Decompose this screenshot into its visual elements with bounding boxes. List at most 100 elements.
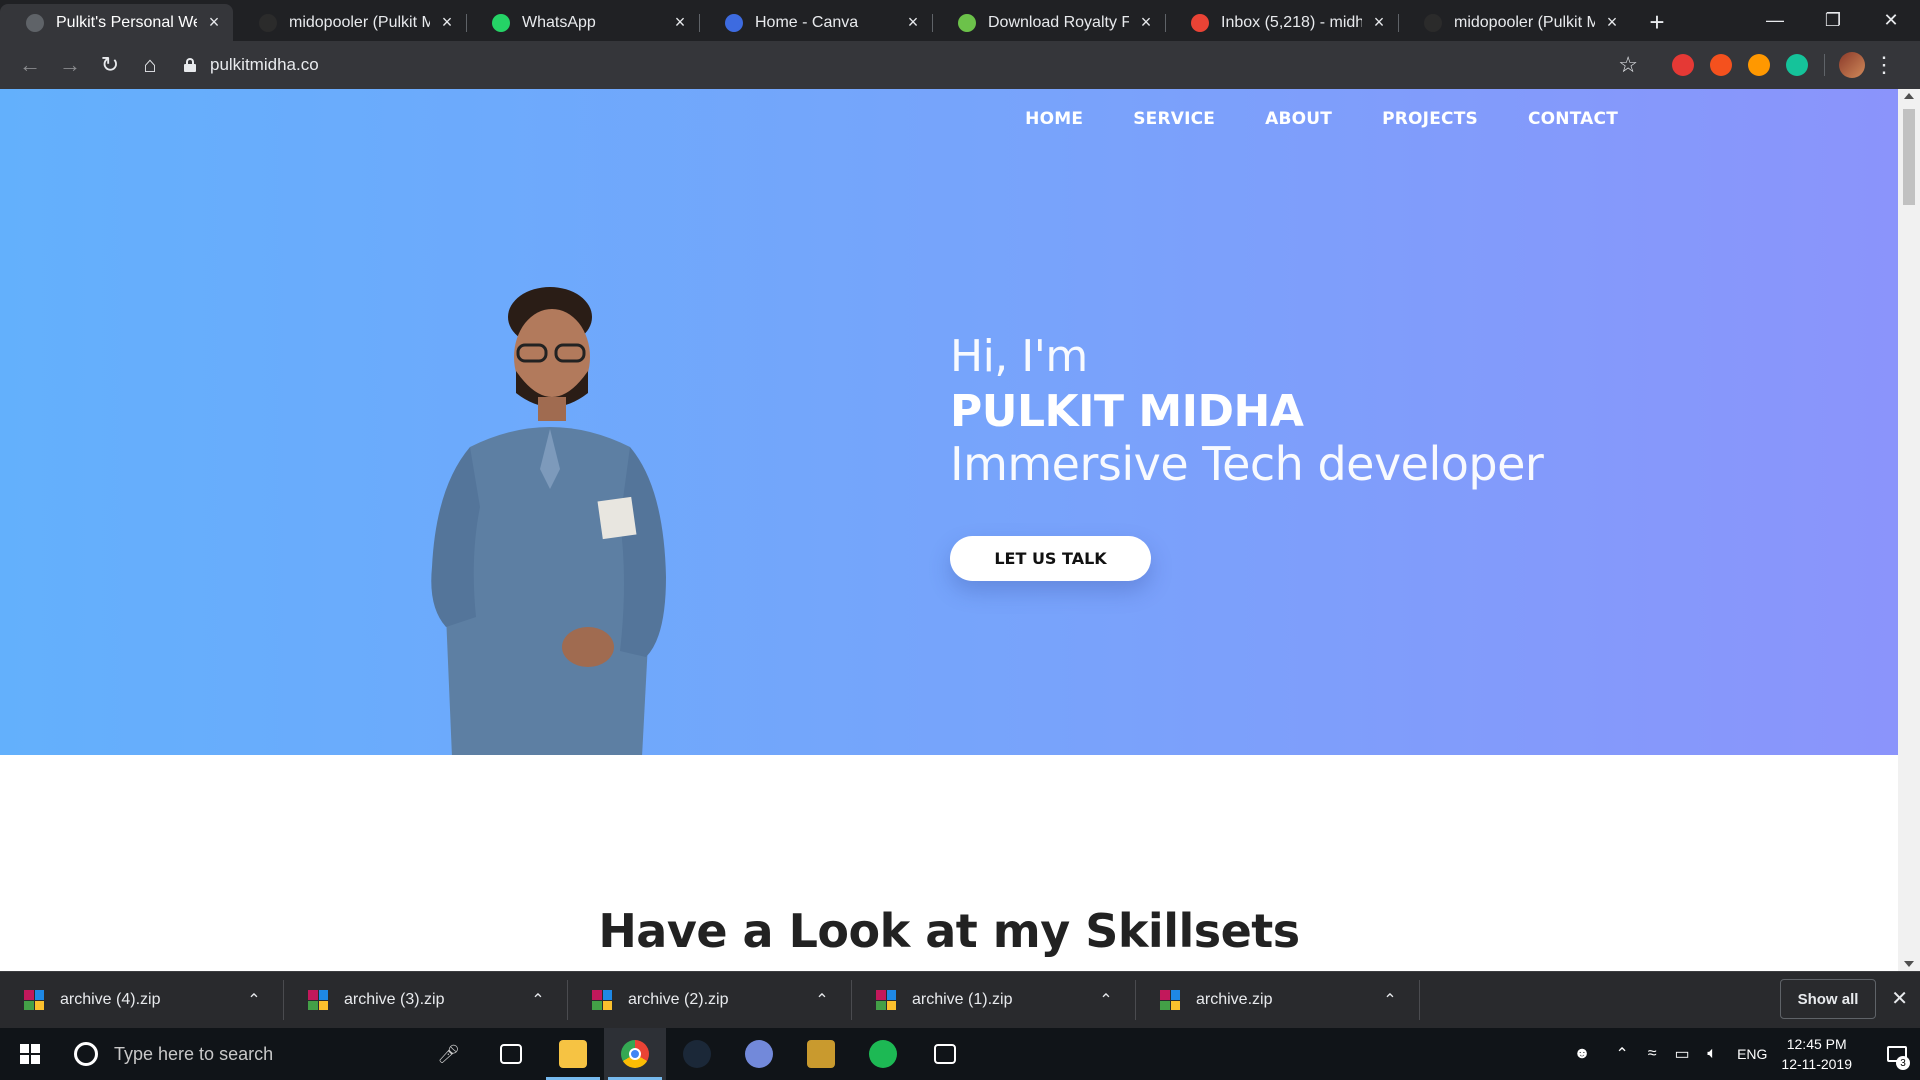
- menu-kebab-icon[interactable]: ⋮: [1873, 52, 1895, 78]
- let-us-talk-button[interactable]: LET US TALK: [950, 536, 1151, 581]
- taskbar-app[interactable]: [790, 1028, 852, 1080]
- taskbar-app[interactable]: [852, 1028, 914, 1080]
- window-controls: — ❐ ✕: [1746, 0, 1920, 40]
- nav-link-home[interactable]: HOME: [1025, 109, 1083, 129]
- download-item[interactable]: archive (2).zip ⌃: [568, 978, 852, 1022]
- battery-icon[interactable]: ▭: [1667, 1044, 1697, 1064]
- gmail-icon: [1191, 13, 1209, 32]
- taskbar-clock[interactable]: 12:45 PM 12-11-2019: [1781, 1034, 1852, 1074]
- close-window-button[interactable]: ✕: [1862, 0, 1920, 40]
- close-tab-icon[interactable]: ×: [1370, 12, 1388, 32]
- forward-button[interactable]: →: [50, 45, 90, 85]
- close-tab-icon[interactable]: ×: [904, 12, 922, 32]
- address-text[interactable]: pulkitmidha.co: [210, 55, 319, 75]
- bookmark-star-icon[interactable]: ☆: [1618, 52, 1638, 78]
- adblock-icon[interactable]: [1672, 54, 1694, 76]
- browser-tab[interactable]: Download Royalty Free ×: [932, 4, 1165, 41]
- microphone-icon[interactable]: 🎤︎: [437, 1044, 460, 1065]
- restore-button[interactable]: ❐: [1804, 0, 1862, 40]
- tab-title: Home - Canva: [755, 13, 859, 31]
- nav-link-contact[interactable]: CONTACT: [1528, 109, 1618, 129]
- chrome-icon: [621, 1040, 649, 1068]
- download-item[interactable]: archive (4).zip ⌃: [0, 978, 284, 1022]
- download-list: archive (4).zip ⌃ archive (3).zip ⌃ archive …: [0, 978, 1420, 1022]
- archive-file-icon: [24, 990, 44, 1010]
- reload-button[interactable]: ↻: [90, 45, 130, 85]
- browser-tab[interactable]: Pulkit's Personal Website ×: [0, 4, 233, 41]
- taskbar-app[interactable]: [914, 1028, 976, 1080]
- close-tab-icon[interactable]: ×: [438, 12, 456, 32]
- nav-link-about[interactable]: ABOUT: [1265, 109, 1332, 129]
- leaf-icon: [958, 13, 976, 32]
- browser-toolbar: ← → ↻ ⌂ pulkitmidha.co ☆ ⋮: [0, 41, 1920, 89]
- profile-avatar[interactable]: [1839, 52, 1865, 78]
- taskbar-app[interactable]: [604, 1028, 666, 1080]
- taskbar-app[interactable]: [542, 1028, 604, 1080]
- dropper-icon[interactable]: [1748, 54, 1770, 76]
- browser-tab[interactable]: midopooler (Pulkit Midha) ×: [1398, 4, 1631, 41]
- action-center-button[interactable]: 3: [1874, 1028, 1920, 1080]
- show-all-downloads-button[interactable]: Show all: [1780, 979, 1876, 1019]
- tab-title: Pulkit's Personal Website: [56, 13, 197, 31]
- honey-icon[interactable]: [1710, 54, 1732, 76]
- windows-taskbar: Type here to search 🎤︎ ☻ ⌃ ≈ ▭ 🔈︎ ENG 12…: [0, 1028, 1920, 1080]
- close-tab-icon[interactable]: ×: [671, 12, 689, 32]
- show-hidden-icons-chevron-icon[interactable]: ⌃: [1607, 1044, 1637, 1064]
- back-button[interactable]: ←: [10, 45, 50, 85]
- download-item[interactable]: archive.zip ⌃: [1136, 978, 1420, 1022]
- chevron-up-icon[interactable]: ⌃: [1094, 990, 1118, 1010]
- nav-link-projects[interactable]: PROJECTS: [1382, 109, 1478, 129]
- grammarly-icon[interactable]: [1786, 54, 1808, 76]
- taskbar-app[interactable]: [480, 1028, 542, 1080]
- scroll-thumb[interactable]: [1903, 109, 1915, 205]
- close-tab-icon[interactable]: ×: [1603, 12, 1621, 32]
- chevron-up-icon[interactable]: ⌃: [810, 990, 834, 1010]
- search-placeholder[interactable]: Type here to search: [114, 1044, 273, 1065]
- intro-block: Hi, I'm PULKIT MIDHA Immersive Tech deve…: [950, 331, 1544, 491]
- download-filename: archive (4).zip: [60, 991, 161, 1008]
- minimize-button[interactable]: —: [1746, 0, 1804, 40]
- people-icon[interactable]: ☻: [1567, 1045, 1597, 1063]
- download-item[interactable]: archive (3).zip ⌃: [284, 978, 568, 1022]
- greeting-text: Hi, I'm: [950, 331, 1088, 382]
- download-item[interactable]: archive (1).zip ⌃: [852, 978, 1136, 1022]
- volume-icon[interactable]: 🔈︎: [1697, 1045, 1727, 1063]
- new-tab-button[interactable]: +: [1637, 4, 1677, 41]
- taskbar-app[interactable]: [666, 1028, 728, 1080]
- archive-file-icon: [592, 990, 612, 1010]
- browser-tab[interactable]: Inbox (5,218) - midhap ×: [1165, 4, 1398, 41]
- chevron-up-icon[interactable]: ⌃: [1378, 990, 1402, 1010]
- browser-tab[interactable]: WhatsApp ×: [466, 4, 699, 41]
- lock-icon[interactable]: [184, 58, 196, 72]
- cortana-icon[interactable]: [74, 1042, 98, 1066]
- address-bar[interactable]: pulkitmidha.co ☆: [184, 49, 1644, 81]
- nav-link-service[interactable]: SERVICE: [1133, 109, 1215, 129]
- tab-title: Download Royalty Free: [988, 13, 1129, 31]
- profile-photo: [431, 287, 666, 755]
- chevron-up-icon[interactable]: ⌃: [526, 990, 550, 1010]
- owner-name: PULKIT MIDHA: [950, 386, 1304, 437]
- browser-tab[interactable]: Home - Canva ×: [699, 4, 932, 41]
- toolbar-separator: [1824, 54, 1825, 76]
- chevron-up-icon[interactable]: ⌃: [242, 990, 266, 1010]
- start-button[interactable]: [0, 1028, 60, 1080]
- globe-icon: [26, 13, 44, 32]
- scroll-down-arrow[interactable]: [1904, 961, 1914, 967]
- whatsapp-icon: [492, 13, 510, 32]
- close-tab-icon[interactable]: ×: [1137, 12, 1155, 32]
- taskbar-app[interactable]: [728, 1028, 790, 1080]
- wifi-icon[interactable]: ≈: [1637, 1045, 1667, 1063]
- tab-list: Pulkit's Personal Website×midopooler (Pu…: [0, 0, 1631, 41]
- input-language[interactable]: ENG: [1737, 1046, 1767, 1062]
- browser-tab[interactable]: midopooler (Pulkit Midha) ×: [233, 4, 466, 41]
- home-button[interactable]: ⌂: [130, 45, 170, 85]
- file-explorer-icon: [559, 1040, 587, 1068]
- close-shelf-icon[interactable]: ✕: [1891, 986, 1908, 1011]
- taskbar-search[interactable]: Type here to search 🎤︎: [60, 1028, 480, 1080]
- scroll-up-arrow[interactable]: [1904, 93, 1914, 99]
- task-view-icon: [500, 1044, 522, 1064]
- page-scrollbar[interactable]: [1898, 89, 1920, 971]
- close-tab-icon[interactable]: ×: [205, 12, 223, 32]
- github-icon: [1424, 13, 1442, 32]
- spotify-icon: [869, 1040, 897, 1068]
